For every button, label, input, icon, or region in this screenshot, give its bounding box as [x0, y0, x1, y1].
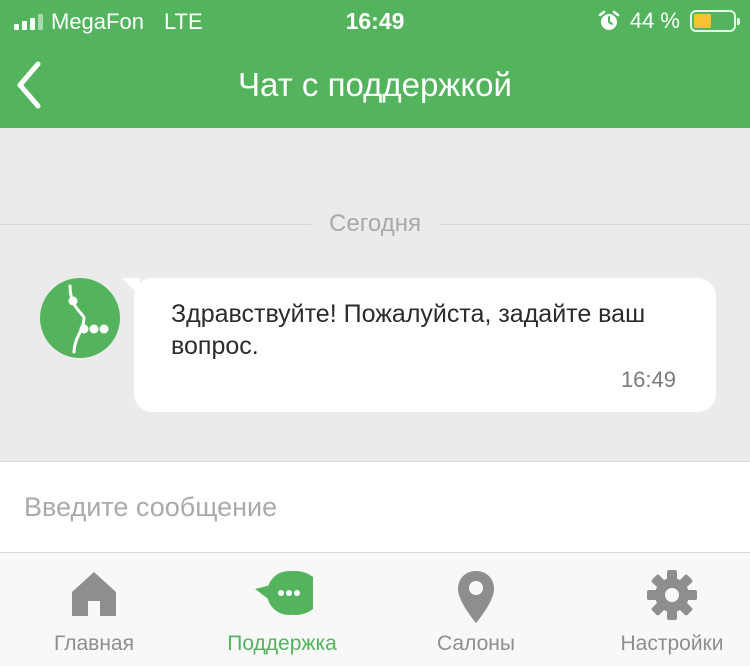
- tab-settings-label: Настройки: [620, 632, 724, 655]
- status-bar: MegaFon LTE 16:49 44 %: [0, 0, 750, 44]
- tab-settings[interactable]: Настройки: [578, 553, 750, 666]
- megafon-logo-icon: [40, 278, 120, 358]
- chat-area[interactable]: Сегодня Здравствуйте! Пожалуйста, задайт…: [0, 128, 750, 461]
- tab-home[interactable]: Главная: [0, 553, 188, 666]
- tab-stores-icon-wrap: [382, 569, 570, 623]
- status-right: 44 %: [598, 8, 740, 34]
- home-icon: [72, 572, 116, 616]
- date-divider: Сегодня: [0, 208, 750, 240]
- tab-home-icon-wrap: [0, 569, 188, 619]
- divider-line-right: [439, 223, 750, 225]
- tab-support-icon-wrap: [188, 569, 376, 619]
- battery-icon: [690, 10, 740, 32]
- tab-support[interactable]: Поддержка: [188, 553, 376, 666]
- battery-percent: 44 %: [629, 8, 680, 33]
- tab-stores[interactable]: Салоны: [382, 553, 570, 666]
- gear-icon: [647, 570, 697, 620]
- divider-line-left: [0, 223, 312, 225]
- message-input[interactable]: [24, 484, 724, 530]
- tab-support-label: Поддержка: [227, 632, 337, 655]
- tab-settings-icon-wrap: [578, 569, 750, 620]
- page-title: Чат с поддержкой: [238, 66, 512, 103]
- date-label: Сегодня: [329, 210, 421, 237]
- battery-fill: [694, 14, 711, 28]
- message-text: Здравствуйте! Пожалуйста, задайте ваш во…: [171, 300, 646, 360]
- tab-stores-label: Салоны: [437, 632, 515, 655]
- header: Чат с поддержкой: [0, 44, 750, 128]
- tab-home-label: Главная: [54, 632, 134, 655]
- alarm-icon: [598, 10, 620, 30]
- chat-bubble-icon: [255, 571, 313, 615]
- message-composer: [0, 461, 750, 553]
- message-bubble: Здравствуйте! Пожалуйста, задайте ваш во…: [122, 278, 716, 412]
- map-pin-icon: [458, 571, 494, 623]
- message-time: 16:49: [620, 367, 676, 392]
- tab-bar: Главная Поддержка Салоны Настройки: [0, 553, 750, 666]
